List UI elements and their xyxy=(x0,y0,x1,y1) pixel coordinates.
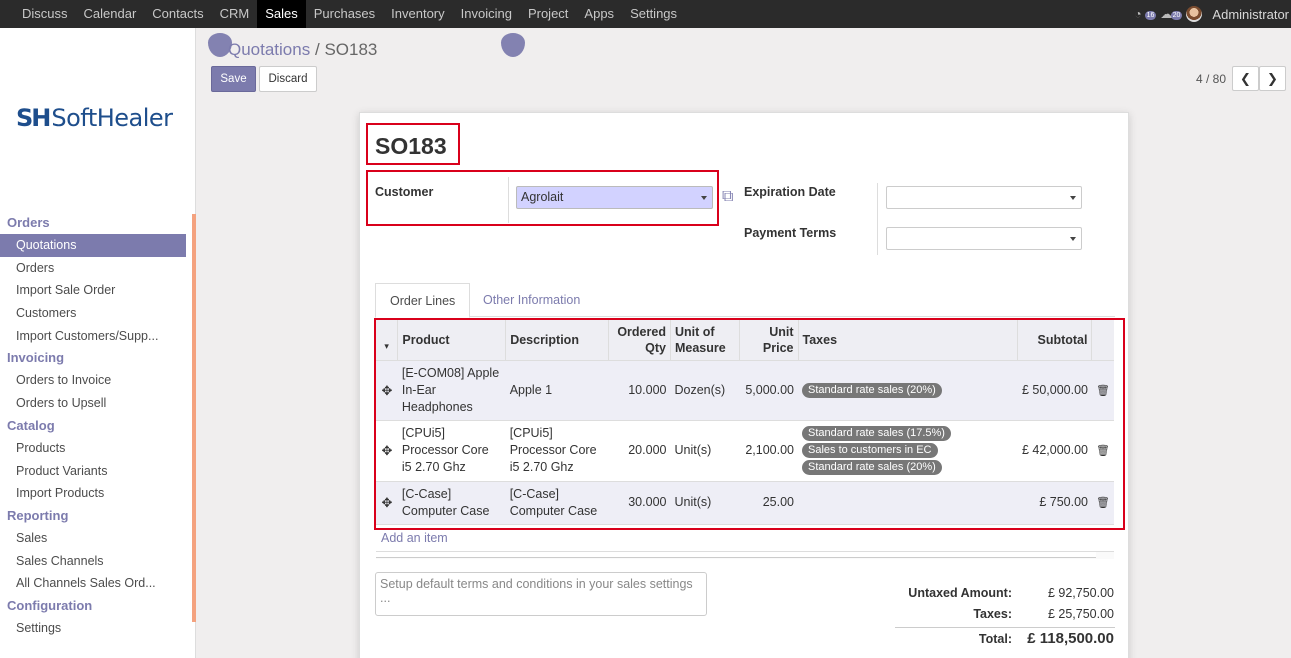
systray: ◔ 16 ☁ 20 Administrator xyxy=(1134,0,1291,28)
sidebar-section-catalog[interactable]: Catalog xyxy=(0,415,186,437)
pager-next-button[interactable]: ❯ xyxy=(1259,66,1286,91)
breadcrumb-separator: / xyxy=(314,40,320,59)
messages-badge: 20 xyxy=(1170,11,1183,20)
company-logo: SH SoftHealer xyxy=(16,104,173,132)
main-navbar: Discuss Calendar Contacts CRM Sales Purchases… xyxy=(0,0,1291,28)
add-an-item-link[interactable]: Add an item xyxy=(381,531,448,545)
sidebar-scrollbar[interactable] xyxy=(192,214,196,622)
external-link-icon[interactable]: ⧉ xyxy=(722,188,740,206)
discard-button[interactable]: Discard xyxy=(259,66,317,92)
menu-invoicing[interactable]: Invoicing xyxy=(453,0,520,28)
sidebar: SH SoftHealer Orders Quotations Orders Impo… xyxy=(0,28,196,658)
customer-value: Agrolait xyxy=(521,190,564,204)
menu-discuss[interactable]: Discuss xyxy=(14,0,76,28)
sidebar-item-all-channels-sales-ord[interactable]: All Channels Sales Ord... xyxy=(0,572,186,595)
app-menu: Discuss Calendar Contacts CRM Sales Purchases… xyxy=(0,0,685,28)
chevron-right-icon: ❯ xyxy=(1267,70,1278,86)
breadcrumb-quotations-link[interactable]: Quotations xyxy=(228,40,310,59)
sidebar-item-import-products[interactable]: Import Products xyxy=(0,482,186,505)
page-title: SO183 xyxy=(375,133,447,159)
breadcrumb: Quotations / SO183 xyxy=(228,40,377,60)
pager-value[interactable]: 4 / 80 xyxy=(1196,72,1226,86)
customer-select[interactable]: Agrolait xyxy=(516,186,713,209)
sidebar-item-sales-channels[interactable]: Sales Channels xyxy=(0,550,186,573)
activity-icon[interactable]: ◔ 16 xyxy=(1134,7,1157,21)
taxes-value: £ 25,750.00 xyxy=(1047,607,1114,621)
sidebar-section-invoicing[interactable]: Invoicing xyxy=(0,347,186,369)
messages-icon[interactable]: ☁ 20 xyxy=(1160,7,1183,21)
notebook-tabs: Order Lines Other Information xyxy=(375,283,1115,318)
chevron-left-icon: ❮ xyxy=(1240,70,1251,86)
total-label: Total: xyxy=(978,632,1012,646)
sidebar-item-sales[interactable]: Sales xyxy=(0,527,186,550)
expiration-date-field[interactable] xyxy=(886,186,1082,209)
pager-previous-button[interactable]: ❮ xyxy=(1232,66,1259,91)
menu-apps[interactable]: Apps xyxy=(576,0,622,28)
save-button[interactable]: Save xyxy=(211,66,256,92)
activity-badge: 16 xyxy=(1144,11,1157,20)
sidebar-item-product-variants[interactable]: Product Variants xyxy=(0,460,186,483)
user-avatar[interactable] xyxy=(1186,6,1203,22)
sidebar-item-quotations[interactable]: Quotations xyxy=(0,234,186,257)
totals-divider xyxy=(895,627,1115,628)
taxes-label: Taxes: xyxy=(973,607,1012,621)
total-value: £ 118,500.00 xyxy=(1027,630,1114,647)
caret-down-icon xyxy=(1070,237,1076,241)
sidebar-item-import-sale-order[interactable]: Import Sale Order xyxy=(0,279,186,302)
payment-terms-label: Payment Terms xyxy=(744,226,837,240)
payment-terms-select[interactable] xyxy=(886,227,1082,250)
terms-note-field[interactable]: Setup default terms and conditions in yo… xyxy=(375,572,707,616)
menu-contacts[interactable]: Contacts xyxy=(144,0,211,28)
menu-inventory[interactable]: Inventory xyxy=(383,0,452,28)
tab-order-lines[interactable]: Order Lines xyxy=(375,283,471,318)
sidebar-item-products[interactable]: Products xyxy=(0,437,186,460)
breadcrumb-current: SO183 xyxy=(324,40,378,59)
sidebar-section-orders[interactable]: Orders xyxy=(0,212,186,234)
untaxed-amount-label: Untaxed Amount: xyxy=(908,586,1012,600)
caret-down-icon xyxy=(1070,196,1076,200)
logo-mark: SH xyxy=(16,104,51,132)
caret-down-icon xyxy=(701,196,707,200)
sidebar-item-settings[interactable]: Settings xyxy=(0,617,186,640)
menu-settings[interactable]: Settings xyxy=(622,0,685,28)
menu-sales[interactable]: Sales xyxy=(257,0,306,28)
menu-project[interactable]: Project xyxy=(520,0,576,28)
sidebar-menu: Orders Quotations Orders Import Sale Order C… xyxy=(0,212,186,640)
user-menu[interactable]: Administrator xyxy=(1212,7,1289,22)
menu-calendar[interactable]: Calendar xyxy=(76,0,145,28)
untaxed-amount-value: £ 92,750.00 xyxy=(1047,586,1114,600)
sidebar-item-import-customers-supp[interactable]: Import Customers/Supp... xyxy=(0,325,186,348)
highlight-box xyxy=(374,318,1125,530)
sidebar-section-reporting[interactable]: Reporting xyxy=(0,505,186,527)
sidebar-item-orders-to-invoice[interactable]: Orders to Invoice xyxy=(0,369,186,392)
cursor-drop-marker xyxy=(501,33,525,57)
sidebar-item-orders-to-upsell[interactable]: Orders to Upsell xyxy=(0,392,186,415)
sidebar-item-customers[interactable]: Customers xyxy=(0,302,186,325)
tab-other-information[interactable]: Other Information xyxy=(469,283,594,318)
field-divider xyxy=(508,177,509,223)
sidebar-item-orders[interactable]: Orders xyxy=(0,257,186,280)
sidebar-section-configuration[interactable]: Configuration xyxy=(0,595,186,617)
expiration-date-label: Expiration Date xyxy=(744,185,836,199)
menu-crm[interactable]: CRM xyxy=(212,0,258,28)
table-horizontal-scrollbar[interactable] xyxy=(376,551,1114,559)
form-sheet: SO183 Customer Agrolait ⧉ Expiration Dat… xyxy=(359,112,1129,658)
customer-label: Customer xyxy=(375,185,434,199)
field-divider xyxy=(877,183,878,255)
logo-text: SoftHealer xyxy=(51,104,173,132)
menu-purchases[interactable]: Purchases xyxy=(306,0,383,28)
